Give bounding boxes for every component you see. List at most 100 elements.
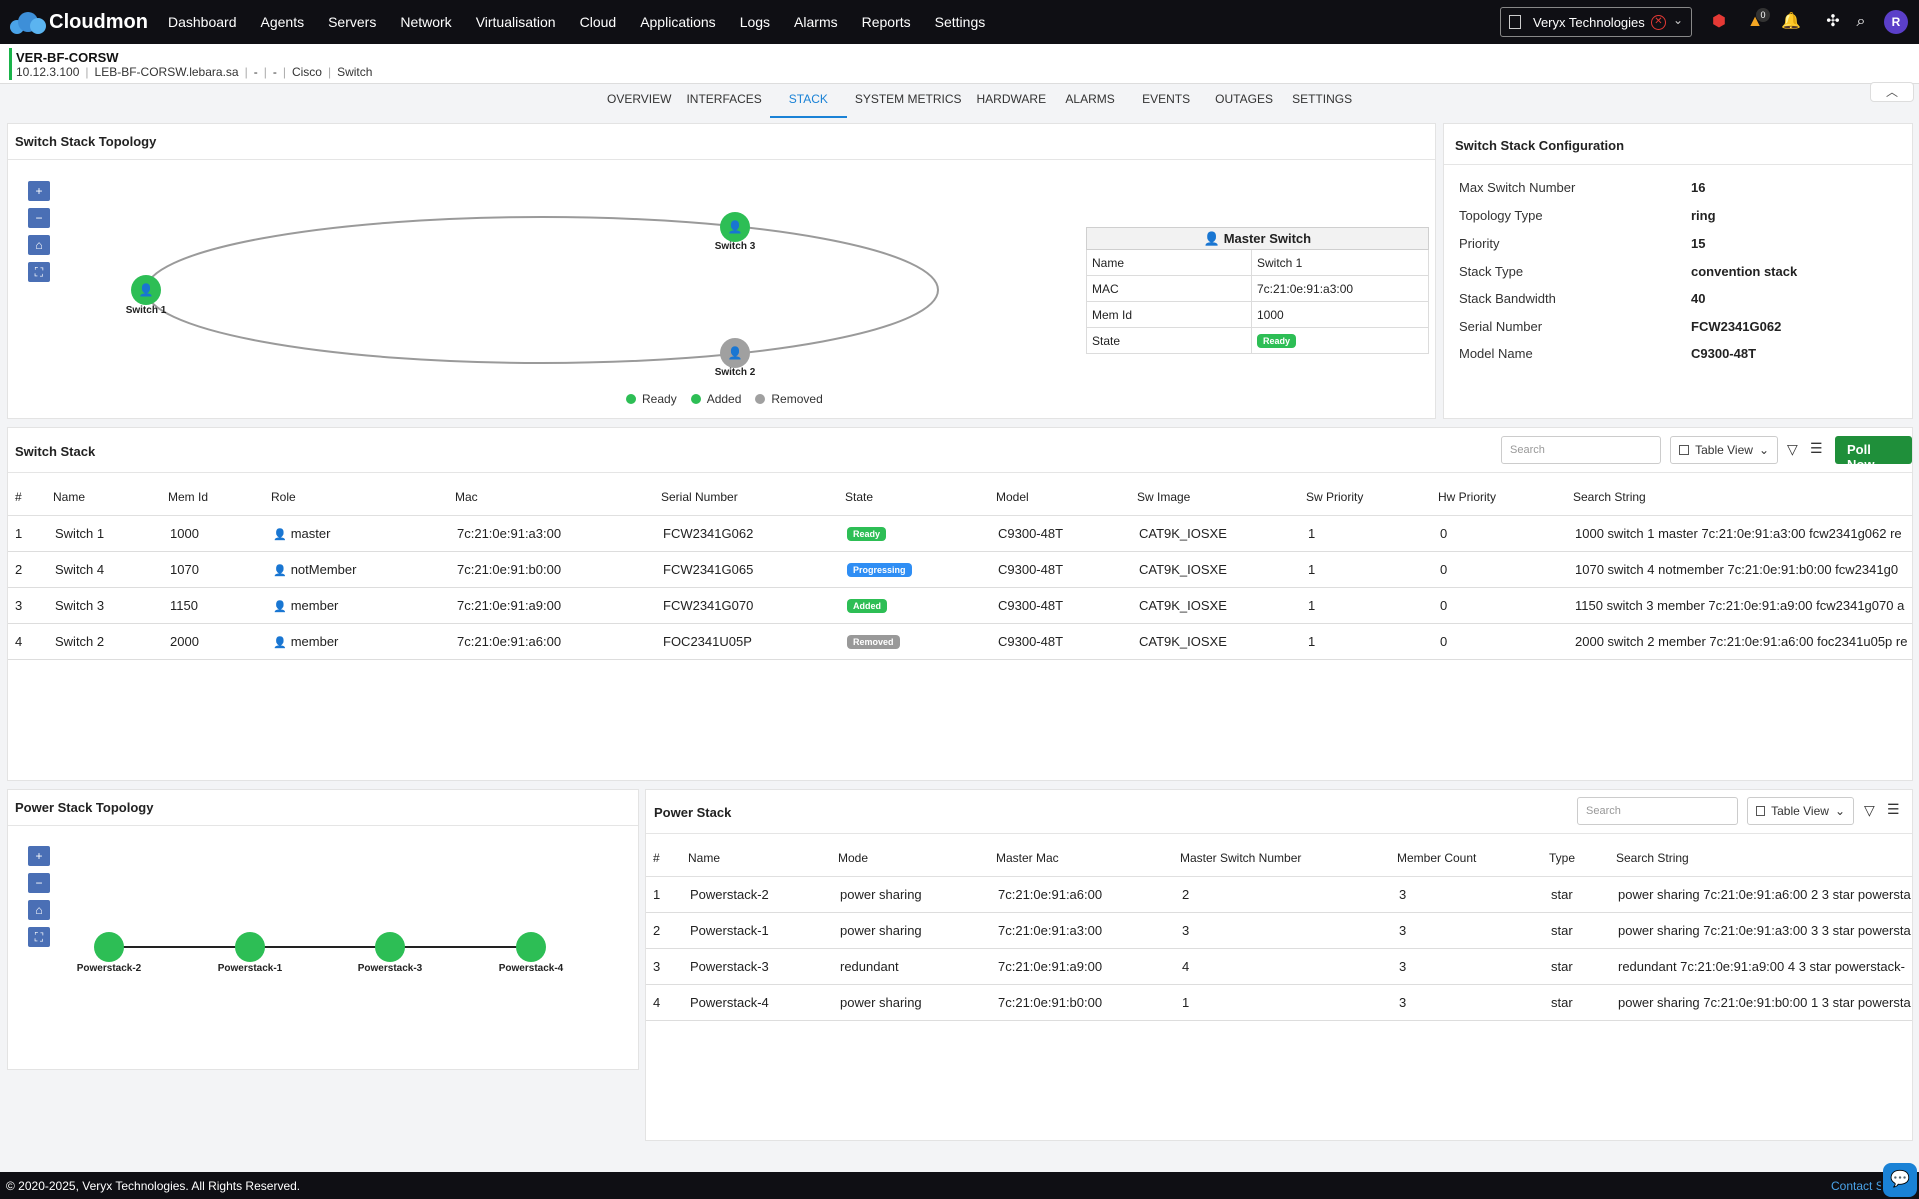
config-key: Serial Number — [1459, 319, 1543, 334]
clear-icon[interactable]: ✕ — [1651, 15, 1666, 30]
cell-member-count: 3 — [1389, 948, 1541, 985]
legend-removed: Removed — [755, 392, 823, 406]
column-header[interactable]: Name — [680, 840, 830, 877]
tenant-name: Veryx Technologies — [1533, 14, 1645, 30]
column-header[interactable]: Master Switch Number — [1172, 840, 1389, 877]
menu-network[interactable]: Network — [400, 14, 451, 30]
search-input[interactable]: Search — [1577, 797, 1738, 825]
column-header[interactable]: Search String — [1565, 479, 1912, 516]
column-header[interactable]: Hw Priority — [1430, 479, 1565, 516]
menu-servers[interactable]: Servers — [328, 14, 376, 30]
table-row[interactable]: 4 Switch 2 2000 👤 member 7c:21:0e:91:a6:0… — [8, 623, 1912, 660]
tab-alarms[interactable]: ALARMS — [1054, 86, 1126, 118]
search-input[interactable]: Search — [1501, 436, 1661, 464]
switch-node-icon[interactable]: 👤 — [720, 338, 750, 368]
column-header[interactable]: Name — [45, 479, 160, 516]
network-icon[interactable]: ✣ — [1822, 11, 1844, 33]
table-row[interactable]: 1 Powerstack-2 power sharing 7c:21:0e:91… — [646, 876, 1912, 913]
switch-stack-topology-panel: Switch Stack Topology + − ⌂ ⛶ 👤 Switch 1… — [7, 123, 1436, 419]
table-view-dropdown[interactable]: Table View ⌄ — [1747, 797, 1854, 825]
column-header[interactable]: Master Mac — [988, 840, 1172, 877]
powerstack-node[interactable] — [94, 932, 124, 962]
column-header[interactable]: Search String — [1608, 840, 1912, 877]
table-row[interactable]: 1 Switch 1 1000 👤 master 7c:21:0e:91:a3:0… — [8, 515, 1912, 552]
config-value: 40 — [1691, 291, 1706, 306]
cell-sw-image: CAT9K_IOSXE — [1129, 515, 1298, 552]
chat-icon[interactable]: 💬 — [1883, 1163, 1917, 1197]
chevron-down-icon[interactable]: ⌄ — [1673, 13, 1683, 27]
cell-hw-priority: 0 — [1430, 623, 1565, 660]
switch-stack-panel: Switch Stack Search Table View ⌄ ▽ ☰ Poll… — [7, 427, 1913, 781]
column-header[interactable]: # — [646, 840, 680, 877]
tenant-selector[interactable]: Veryx Technologies ✕ ⌄ — [1500, 7, 1692, 37]
column-header[interactable]: Model — [988, 479, 1129, 516]
switch-node-icon[interactable]: 👤 — [720, 212, 750, 242]
cell-name: Powerstack-1 — [680, 912, 830, 949]
shield-alert-icon[interactable]: ⬢ — [1708, 11, 1730, 33]
bell-icon[interactable]: 🔔 — [1780, 11, 1802, 33]
column-header[interactable]: Member Count — [1389, 840, 1541, 877]
column-header[interactable]: Type — [1541, 840, 1608, 877]
tab-outages[interactable]: OUTAGES — [1206, 86, 1282, 118]
poll-now-button[interactable]: Poll Now — [1835, 436, 1912, 472]
main-menu: Dashboard Agents Servers Network Virtual… — [168, 14, 1009, 30]
cell-search-string: power sharing 7c:21:0e:91:a6:00 2 3 star… — [1608, 876, 1912, 913]
table-view-dropdown[interactable]: Table View ⌄ — [1670, 436, 1778, 464]
menu-cloud[interactable]: Cloud — [580, 14, 617, 30]
ring-topology-graph — [145, 216, 939, 364]
column-header[interactable]: State — [837, 479, 988, 516]
powerstack-node[interactable] — [235, 932, 265, 962]
column-list-icon[interactable]: ☰ — [1887, 801, 1900, 818]
column-header[interactable]: Role — [263, 479, 447, 516]
menu-settings[interactable]: Settings — [935, 14, 986, 30]
collapse-header-button[interactable]: ︿ — [1870, 82, 1914, 102]
menu-agents[interactable]: Agents — [261, 14, 305, 30]
tab-hardware[interactable]: HARDWARE — [970, 86, 1054, 118]
tab-stack[interactable]: STACK — [769, 86, 847, 118]
search-icon[interactable]: ⌕ — [1850, 11, 1872, 33]
user-avatar[interactable]: R — [1884, 10, 1908, 34]
table-row[interactable]: 3 Powerstack-3 redundant 7c:21:0e:91:a9:… — [646, 948, 1912, 985]
table-row[interactable]: 2 Switch 4 1070 👤 notMember 7c:21:0e:91:b… — [8, 551, 1912, 588]
menu-reports[interactable]: Reports — [862, 14, 911, 30]
tab-overview[interactable]: OVERVIEW — [600, 86, 678, 118]
tab-settings[interactable]: SETTINGS — [1283, 86, 1361, 118]
column-header[interactable]: Mac — [447, 479, 653, 516]
menu-logs[interactable]: Logs — [740, 14, 770, 30]
device-field-2: - — [272, 65, 277, 79]
switch-node-icon[interactable]: 👤 — [131, 275, 161, 305]
tab-events[interactable]: EVENTS — [1127, 86, 1205, 118]
column-header[interactable]: # — [8, 479, 45, 516]
powerstack-node[interactable] — [516, 932, 546, 962]
cell-mode: power sharing — [830, 912, 988, 949]
footer: © 2020-2025, Veryx Technologies. All Rig… — [0, 1172, 1919, 1199]
column-header[interactable]: Mode — [830, 840, 988, 877]
cell-name: Switch 1 — [45, 515, 160, 552]
table-row[interactable]: 2 Powerstack-1 power sharing 7c:21:0e:91… — [646, 912, 1912, 949]
tab-system-metrics[interactable]: SYSTEM METRICS — [848, 86, 969, 118]
table-row[interactable]: 4 Powerstack-4 power sharing 7c:21:0e:91… — [646, 984, 1912, 1021]
table-row[interactable]: 3 Switch 3 1150 👤 member 7c:21:0e:91:a9:0… — [8, 587, 1912, 624]
cell-mac: 7c:21:0e:91:a6:00 — [447, 623, 653, 660]
user-cog-icon: 👤 — [273, 564, 287, 577]
filter-icon[interactable]: ▽ — [1787, 441, 1798, 458]
tab-interfaces[interactable]: INTERFACES — [679, 86, 768, 118]
powerstack-node[interactable] — [375, 932, 405, 962]
menu-alarms[interactable]: Alarms — [794, 14, 838, 30]
menu-virtualisation[interactable]: Virtualisation — [476, 14, 556, 30]
menu-applications[interactable]: Applications — [640, 14, 716, 30]
column-header[interactable]: Sw Image — [1129, 479, 1298, 516]
cloudmon-logo[interactable]: Cloudmon — [8, 10, 148, 34]
master-key: MAC — [1086, 275, 1252, 302]
master-switch-header: 👤 Master Switch — [1086, 227, 1429, 250]
column-header[interactable]: Sw Priority — [1298, 479, 1430, 516]
column-list-icon[interactable]: ☰ — [1810, 440, 1823, 457]
menu-dashboard[interactable]: Dashboard — [168, 14, 237, 30]
device-header: VER-BF-CORSW 10.12.3.100 | LEB-BF-CORSW.l… — [0, 44, 1919, 84]
cell-serial: FCW2341G062 — [653, 515, 837, 552]
filter-icon[interactable]: ▽ — [1864, 802, 1875, 819]
column-header[interactable]: Serial Number — [653, 479, 837, 516]
column-header[interactable]: Mem Id — [160, 479, 263, 516]
contact-support-link[interactable]: Contact Su — [1831, 1179, 1881, 1193]
config-key: Max Switch Number — [1459, 180, 1576, 195]
